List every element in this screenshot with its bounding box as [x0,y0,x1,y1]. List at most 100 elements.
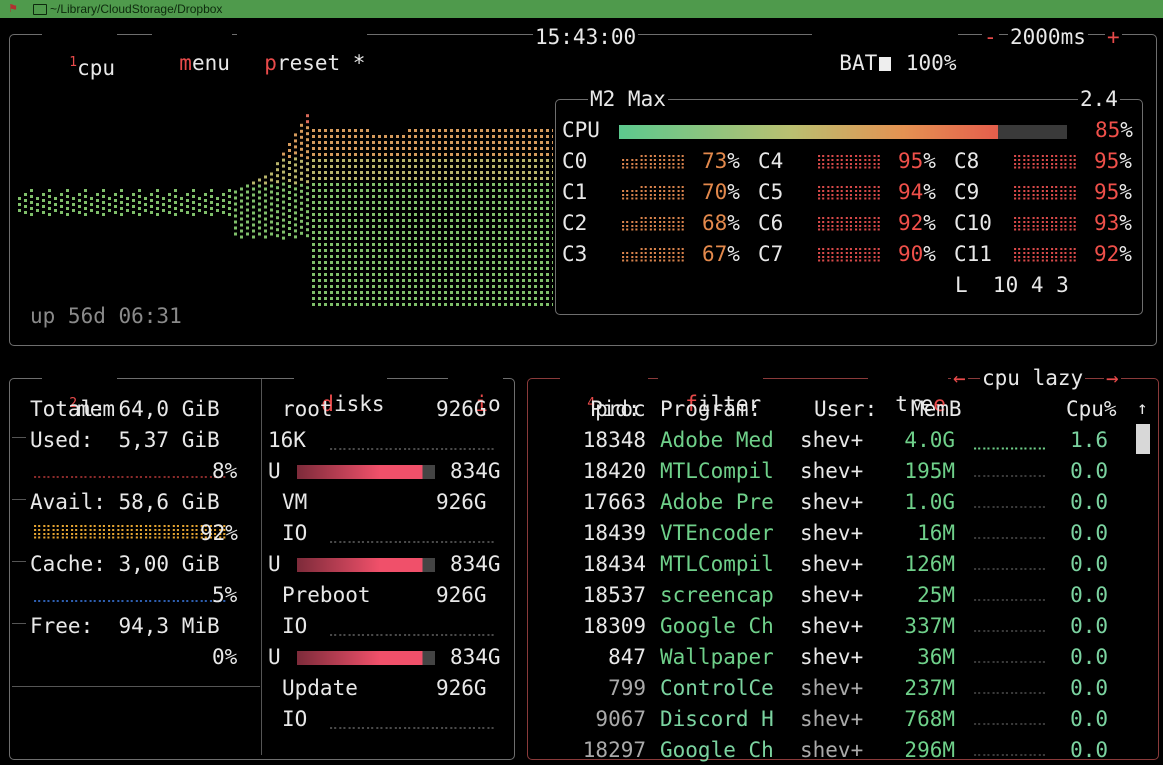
graph-dot [396,249,399,252]
graph-dot [480,249,483,252]
graph-dot [132,199,135,202]
graph-dot [528,303,531,306]
graph-dot [192,195,195,198]
graph-dot [378,267,381,270]
graph-dot [252,187,255,191]
graph-dot [468,279,471,282]
graph-dot [426,183,429,186]
graph-dot [432,225,435,228]
graph-dot [324,171,327,174]
graph-dot [534,195,537,198]
graph-dot [336,231,339,234]
graph-dot [456,237,459,240]
graph-dot [150,211,153,214]
graph-dot [420,189,423,192]
sort-next-arrow[interactable]: → [1104,365,1121,391]
graph-dot [486,279,489,282]
graph-dot [222,205,225,208]
graph-dot [102,201,105,204]
graph-dot [366,159,369,162]
graph-dot [324,153,327,156]
col-pid-header[interactable]: Pid: [590,396,641,422]
graph-dot [510,189,513,192]
graph-dot [426,261,429,264]
sort-prev-arrow[interactable]: ← [951,365,968,391]
graph-dot [528,273,531,276]
graph-dot [468,291,471,294]
cpu-model: M2 Max [588,86,668,112]
graph-dot [336,189,339,192]
graph-dot [366,255,369,258]
graph-dot [408,303,411,306]
graph-dot [534,129,537,132]
graph-dot [384,297,387,300]
window-titlebar: ⚑ ~/Library/CloudStorage/Dropbox [0,0,1163,18]
graph-dot [192,201,195,204]
graph-dot [534,261,537,264]
sort-direction-icon[interactable]: ↑ [1137,396,1148,422]
graph-dot [378,261,381,264]
sort-mode[interactable]: cpu lazy [980,365,1086,391]
graph-dot [534,177,537,180]
col-program-header[interactable]: Program: [660,396,761,422]
graph-dot [426,177,429,180]
graph-dot [396,225,399,228]
graph-dot [462,201,465,204]
graph-dot [534,183,537,186]
disk-root-used-label: U [268,459,281,483]
graph-dot [474,303,477,306]
graph-dot [366,213,369,216]
graph-dot [348,255,351,258]
graph-dot [408,297,411,300]
graph-dot [324,195,327,198]
graph-dot [378,237,381,240]
graph-dot [354,285,357,288]
graph-dot [486,159,489,162]
graph-dot [408,255,411,258]
graph-dot [510,183,513,186]
graph-dot [426,147,429,150]
core-percent: 95% [1094,148,1132,174]
graph-dot [42,199,45,202]
graph-dot [552,135,553,138]
col-mem-header[interactable]: MemB [911,396,962,422]
graph-dot [486,249,489,252]
graph-dot [414,177,417,180]
col-cpu-header[interactable]: Cpu% [1066,396,1117,422]
graph-dot [390,255,393,258]
graph-dot [462,189,465,192]
graph-dot [24,193,27,196]
graph-dot [336,225,339,228]
graph-dot [402,159,405,162]
graph-dot [522,255,525,258]
graph-dot [438,291,441,294]
col-user-header[interactable]: User: [814,396,877,422]
graph-dot [516,261,519,264]
graph-dot [492,177,495,180]
graph-dot [162,209,165,212]
titlebar-path: ~/Library/CloudStorage/Dropbox [50,2,223,16]
graph-dot [498,219,501,222]
core-meter: ⣶⣶⣿⣿⣿⣿⣿ [620,216,686,232]
graph-dot [234,202,237,206]
graph-dot [354,243,357,246]
graph-dot [468,297,471,300]
graph-dot [294,181,297,185]
graph-dot [306,114,309,118]
percent-sign: % [727,180,740,204]
graph-dot [414,189,417,192]
graph-dot [456,231,459,234]
graph-dot [240,187,243,191]
core-label: C5 [758,180,784,204]
graph-dot [546,243,549,246]
interval-decrease-button[interactable]: - [982,24,999,50]
core-label: C2 [562,211,588,235]
proc-scrollbar[interactable] [1136,424,1150,454]
graph-dot [246,220,249,224]
graph-dot [264,211,267,215]
graph-dot [372,237,375,240]
graph-dot [402,147,405,150]
interval-increase-button[interactable]: + [1105,24,1122,50]
graph-dot [330,141,333,144]
graph-dot [372,225,375,228]
